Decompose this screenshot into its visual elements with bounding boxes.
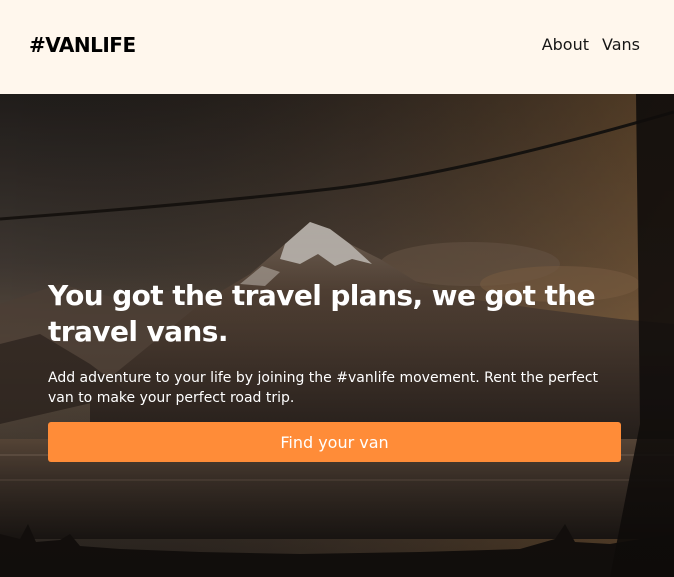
nav-link-vans[interactable]: Vans bbox=[602, 34, 640, 56]
hero-text: You got the travel plans, we got the tra… bbox=[48, 278, 628, 408]
main-nav: About Vans bbox=[542, 34, 640, 56]
nav-link-about[interactable]: About bbox=[542, 34, 589, 56]
hero-section: You got the travel plans, we got the tra… bbox=[0, 94, 674, 577]
hero-subtitle: Add adventure to your life by joining th… bbox=[48, 370, 599, 406]
page: #VANLIFE About Vans You got the travel p… bbox=[0, 0, 674, 577]
site-header: #VANLIFE About Vans bbox=[0, 0, 674, 94]
find-your-van-button[interactable]: Find your van bbox=[48, 422, 621, 462]
site-logo[interactable]: #VANLIFE bbox=[29, 31, 136, 59]
hero-title: You got the travel plans, we got the tra… bbox=[48, 279, 596, 348]
